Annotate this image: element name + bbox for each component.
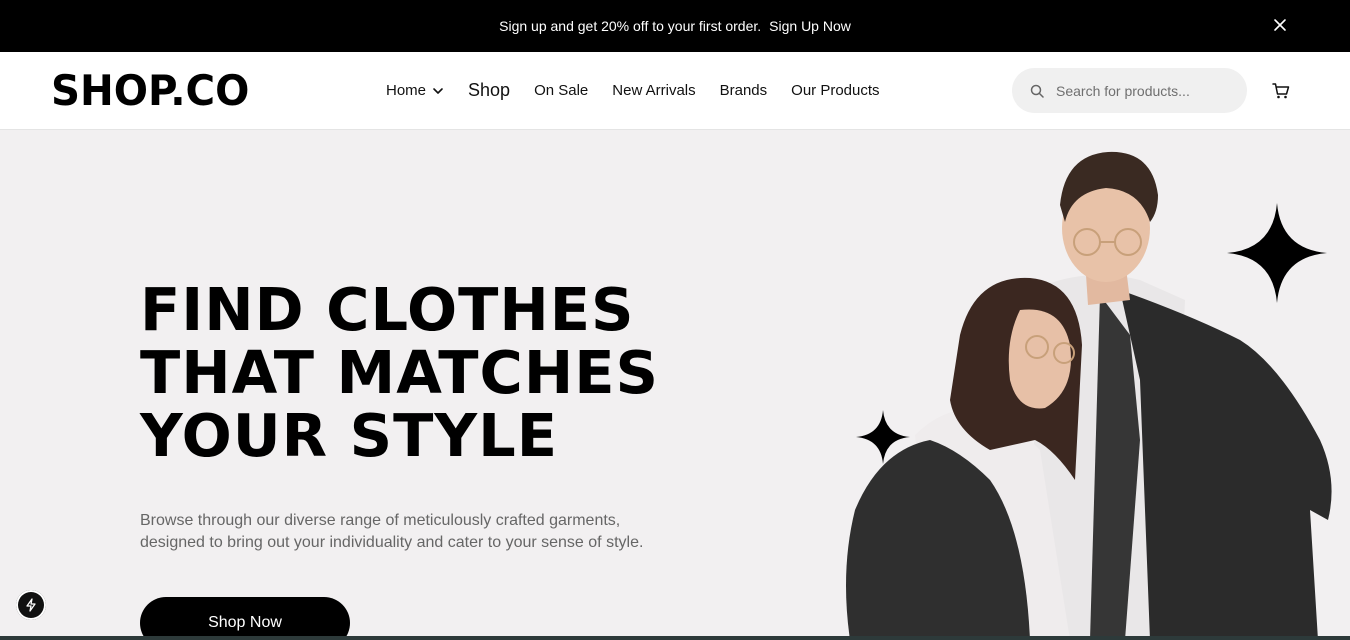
hero-description-line: designed to bring out your individuality…	[140, 534, 644, 551]
nav-item-on-sale[interactable]: On Sale	[534, 82, 588, 99]
nav-item-brands[interactable]: Brands	[720, 82, 768, 99]
sparkle-icon	[1227, 203, 1327, 303]
hero-description-line: Browse through our diverse range of meti…	[140, 512, 621, 529]
cart-icon[interactable]	[1272, 82, 1290, 100]
close-icon[interactable]	[1272, 17, 1288, 33]
chevron-down-icon	[433, 87, 443, 94]
hero-title-line: FIND CLOTHES	[140, 275, 635, 344]
nav-item-label: Brands	[719, 82, 768, 99]
bolt-glyph	[26, 598, 36, 612]
logo[interactable]: SHOP.CO	[51, 67, 249, 115]
promo-text: Sign up and get 20% off to your first or…	[499, 18, 762, 34]
hero-title: FIND CLOTHES THAT MATCHES YOUR STYLE	[140, 278, 760, 467]
search-icon	[1030, 84, 1044, 98]
site-header: SHOP.CO Home Shop On Sale New Arrivals B…	[0, 52, 1350, 130]
hero-title-line: YOUR STYLE	[140, 401, 559, 470]
nav-item-label: New Arrivals	[612, 82, 696, 99]
hero-section: FIND CLOTHES THAT MATCHES YOUR STYLE Bro…	[0, 130, 1350, 640]
search-input[interactable]	[1056, 82, 1236, 99]
nav-item-our-products[interactable]: Our Products	[791, 82, 879, 99]
nav-item-label: Home	[386, 82, 427, 99]
nav-item-new-arrivals[interactable]: New Arrivals	[612, 82, 695, 99]
shop-now-button[interactable]: Shop Now	[140, 597, 350, 640]
promo-bar: Sign up and get 20% off to your first or…	[0, 0, 1350, 52]
main-nav: Home Shop On Sale New Arrivals Brands Ou…	[386, 80, 904, 101]
sparkle-icon	[856, 410, 910, 464]
nav-item-label: Shop	[468, 80, 511, 100]
nav-item-shop[interactable]: Shop	[468, 80, 510, 101]
bolt-icon[interactable]	[16, 590, 46, 620]
nav-item-home[interactable]: Home	[386, 82, 444, 99]
bottom-strip	[0, 636, 1350, 640]
hero-title-line: THAT MATCHES	[140, 338, 660, 407]
hero-description: Browse through our diverse range of meti…	[140, 510, 680, 554]
nav-item-label: On Sale	[534, 82, 589, 99]
sign-up-link[interactable]: Sign Up Now	[769, 18, 851, 34]
nav-item-label: Our Products	[791, 82, 880, 99]
search-bar[interactable]	[1012, 68, 1247, 113]
